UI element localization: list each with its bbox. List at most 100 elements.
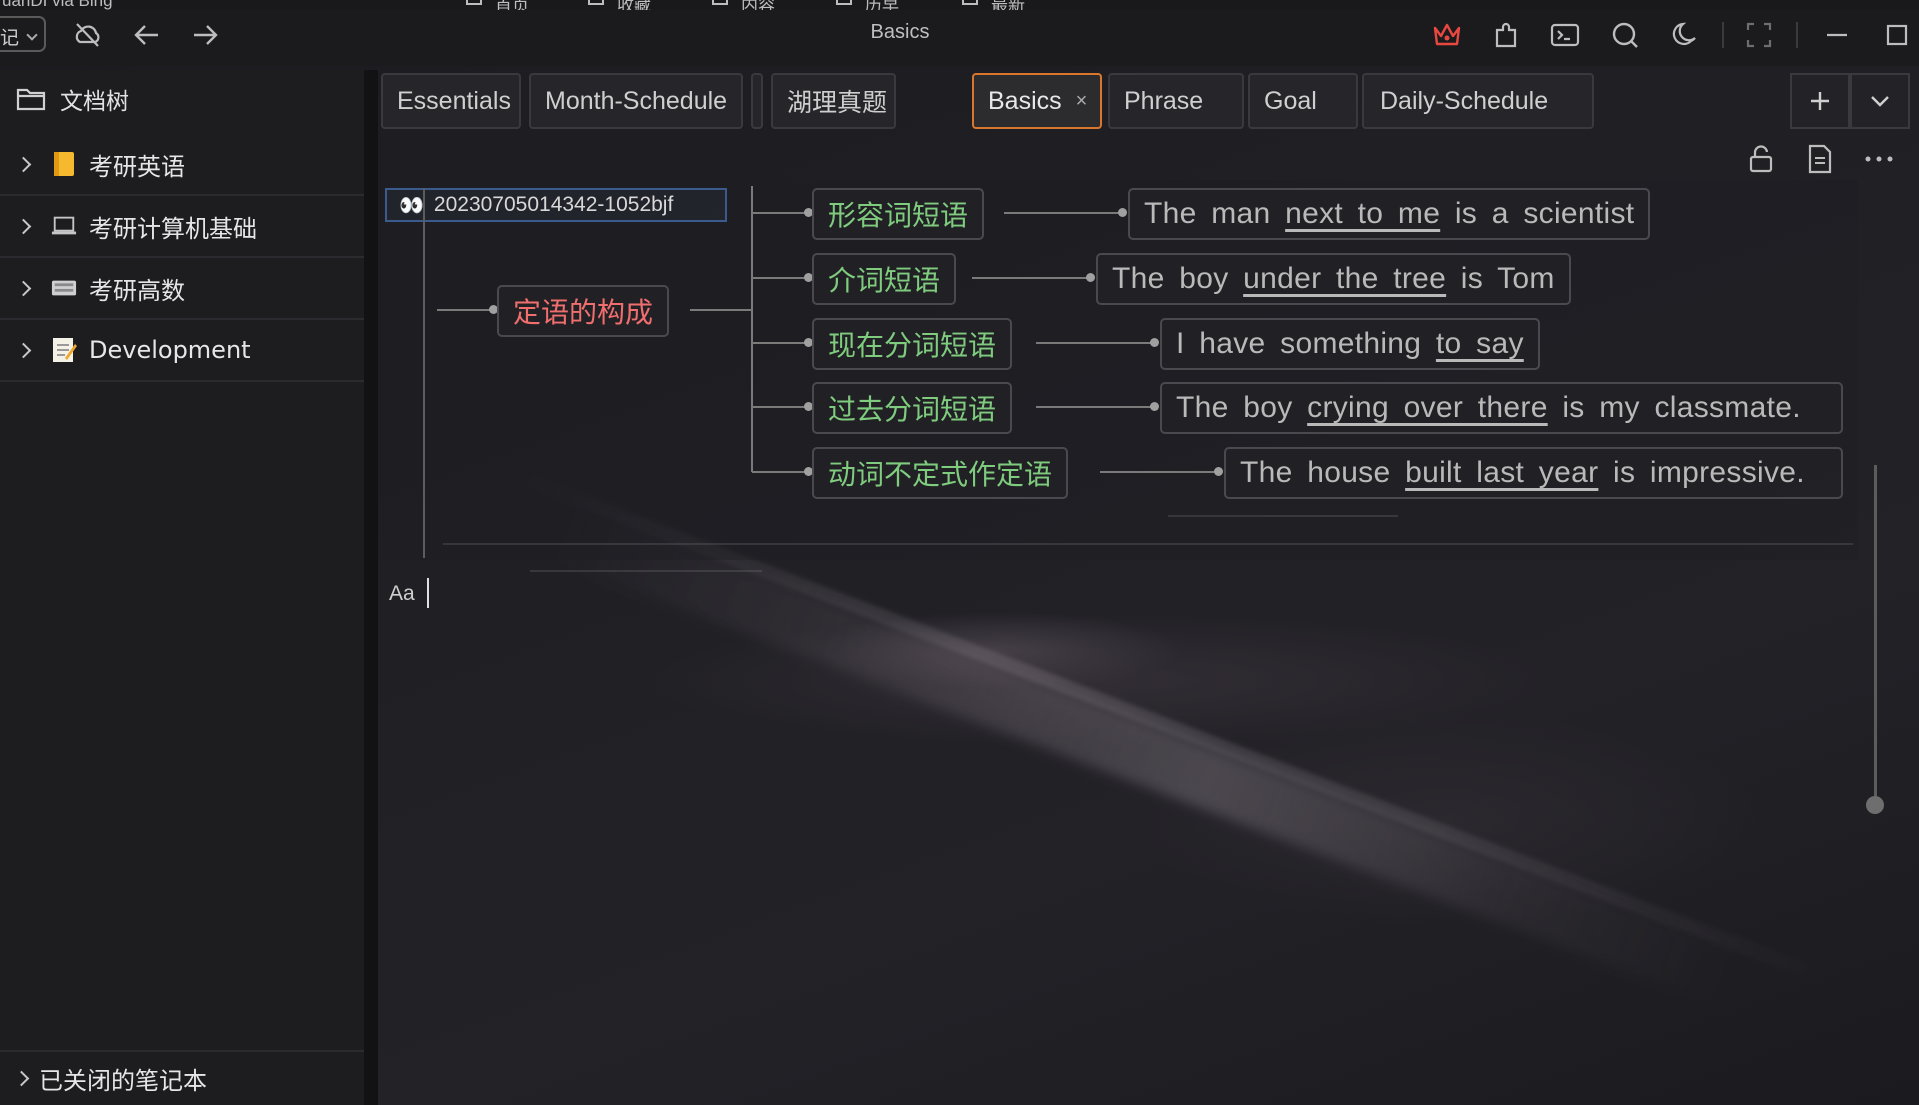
chevron-right-icon[interactable] — [15, 280, 32, 296]
tab-goal[interactable]: Goal — [1248, 73, 1358, 129]
mindmap-connector — [690, 309, 752, 311]
fullscreen-icon[interactable] — [1742, 18, 1776, 52]
background-wallpaper-streak — [549, 501, 1738, 1006]
mindmap-node-dot — [1118, 208, 1127, 217]
closed-notebooks[interactable]: 已关闭的笔记本 — [0, 1050, 364, 1105]
edit-icon — [712, 0, 728, 5]
mindmap-branch-label: 现在分词短语 — [828, 329, 997, 362]
sidebar-resize-handle[interactable] — [364, 70, 378, 1105]
tab-daily-schedule[interactable]: Daily-Schedule — [1362, 73, 1594, 129]
document-icon[interactable] — [1803, 142, 1837, 176]
mindmap-branch-node[interactable]: 介词短语 — [812, 253, 957, 305]
tab-label: Month-Schedule — [545, 86, 728, 115]
history-icon — [836, 0, 852, 5]
tab-label: Daily-Schedule — [1380, 86, 1549, 115]
mindmap-connector — [1036, 342, 1156, 344]
top-strip-item[interactable]: 收藏 — [617, 0, 651, 10]
leaf-text: The house — [1240, 456, 1406, 489]
new-tab-button[interactable] — [1790, 73, 1850, 129]
mindmap-branch-label: 过去分词短语 — [828, 393, 997, 426]
leaf-text: The boy — [1176, 391, 1308, 424]
mindmap-branch-node[interactable]: 现在分词短语 — [812, 318, 1013, 370]
doc-tree-title: 文档树 — [60, 89, 129, 115]
mindmap-connector — [752, 471, 810, 473]
chevron-right-icon[interactable] — [13, 1070, 30, 1087]
keyboard-icon — [51, 275, 77, 301]
mindmap-node-dot — [1150, 338, 1159, 347]
ghost-divider — [530, 570, 762, 572]
doc-tree-header[interactable]: 文档树 — [16, 84, 129, 115]
dark-mode-icon[interactable] — [1668, 18, 1702, 52]
font-style-indicator[interactable]: Aa — [389, 582, 415, 606]
plugin-icon[interactable] — [1490, 18, 1524, 52]
top-strip-item[interactable]: 历早 — [865, 0, 899, 10]
tab-basics[interactable]: Basics × — [972, 73, 1102, 129]
tab-month-schedule[interactable]: Month-Schedule — [529, 73, 743, 129]
toolbar-separator — [1722, 22, 1724, 48]
mindmap-leaf-node[interactable]: The man next to me is a scientist — [1128, 188, 1651, 240]
mindmap-leaf-node[interactable]: I have something to say — [1160, 318, 1540, 370]
mindmap-branch-node[interactable]: 动词不定式作定语 — [812, 447, 1069, 499]
plus-icon — [1811, 92, 1829, 110]
tab-label: 湖理真题 — [787, 89, 888, 117]
more-icon[interactable] — [1862, 142, 1896, 176]
top-strip-item[interactable]: 最新 — [991, 0, 1025, 10]
top-strip: uanDI via Bing 首页 收藏 内容 历早 最新 — [0, 0, 1919, 10]
title-bar: 记 Basics — [0, 10, 1919, 66]
minimize-icon[interactable] — [1820, 18, 1854, 52]
leaf-text: is a scientist — [1440, 197, 1635, 230]
tab-phrase[interactable]: Phrase — [1108, 73, 1244, 129]
lock-icon[interactable] — [1744, 142, 1778, 176]
mindmap-connector — [972, 277, 1092, 279]
terminal-icon[interactable] — [1548, 18, 1582, 52]
sidebar-item-label: 考研高数 — [89, 276, 185, 305]
mindmap-leaf-node[interactable]: The boy under the tree is Tom — [1096, 253, 1571, 305]
tab-kaoyan-exams[interactable]: 湖理真题 — [771, 73, 896, 129]
mindmap-leaf-node[interactable]: The house built last year is impressive. — [1224, 447, 1843, 499]
window-title: Basics — [870, 21, 930, 43]
scrollbar-track[interactable] — [1874, 465, 1877, 805]
search-icon[interactable] — [1608, 18, 1642, 52]
sidebar-item-kaoyan-cs[interactable]: 考研计算机基础 — [0, 196, 364, 258]
notebook-yellow-icon — [51, 151, 77, 177]
top-strip-item[interactable]: 内容 — [741, 0, 775, 10]
mindmap-branch-node[interactable]: 形容词短语 — [812, 188, 985, 240]
top-strip-item[interactable]: 首页 — [495, 0, 529, 10]
mindmap-connector — [751, 186, 753, 472]
sidebar-item-label: 考研英语 — [89, 152, 185, 181]
leaf-text-underlined: next to me — [1285, 197, 1441, 230]
folder-icon — [16, 88, 46, 111]
mindmap-connector — [1100, 471, 1220, 473]
sidebar-item-development[interactable]: Development — [0, 320, 364, 382]
tab-list-button[interactable] — [1850, 73, 1910, 129]
tab-essentials[interactable]: Essentials — [381, 73, 521, 129]
mindmap-leaf-node[interactable]: The boy crying over there is my classmat… — [1160, 382, 1843, 434]
mindmap-connector — [752, 406, 810, 408]
sidebar-item-kaoyan-english[interactable]: 考研英语 — [0, 134, 364, 196]
closed-notebooks-label: 已关闭的笔记本 — [39, 1067, 207, 1095]
block-gutter-line — [423, 188, 425, 558]
memo-icon — [51, 337, 77, 363]
leaf-text: is impressive. — [1598, 456, 1805, 489]
chevron-right-icon[interactable] — [15, 156, 32, 172]
tab-bar: Essentials Month-Schedule 湖理真题 Basics × … — [378, 70, 1919, 134]
close-icon[interactable]: × — [1076, 90, 1088, 113]
mindmap-branch-node[interactable]: 过去分词短语 — [812, 382, 1013, 434]
sidebar-item-kaoyan-math[interactable]: 考研高数 — [0, 258, 364, 320]
leaf-text: is Tom — [1446, 262, 1555, 295]
scrollbar-thumb[interactable] — [1866, 796, 1884, 814]
leaf-text: The man — [1144, 197, 1286, 230]
mindmap-node-dot — [1214, 467, 1223, 476]
block-id-card[interactable]: 👀 20230705014342-1052bjf — [385, 188, 727, 222]
tab-overflow-divider — [751, 73, 763, 129]
crown-icon[interactable] — [1430, 18, 1464, 52]
mindmap-branch-label: 形容词短语 — [828, 199, 969, 232]
chevron-right-icon[interactable] — [15, 342, 32, 358]
leaf-text-underlined: under the tree — [1243, 262, 1447, 295]
leaf-text-underlined: to say — [1435, 327, 1524, 360]
chevron-right-icon[interactable] — [15, 218, 32, 234]
mindmap-root-node[interactable]: 定语的构成 — [497, 285, 670, 337]
maximize-icon[interactable] — [1880, 18, 1914, 52]
mindmap-connector — [752, 277, 810, 279]
tab-label: Basics — [988, 86, 1062, 115]
